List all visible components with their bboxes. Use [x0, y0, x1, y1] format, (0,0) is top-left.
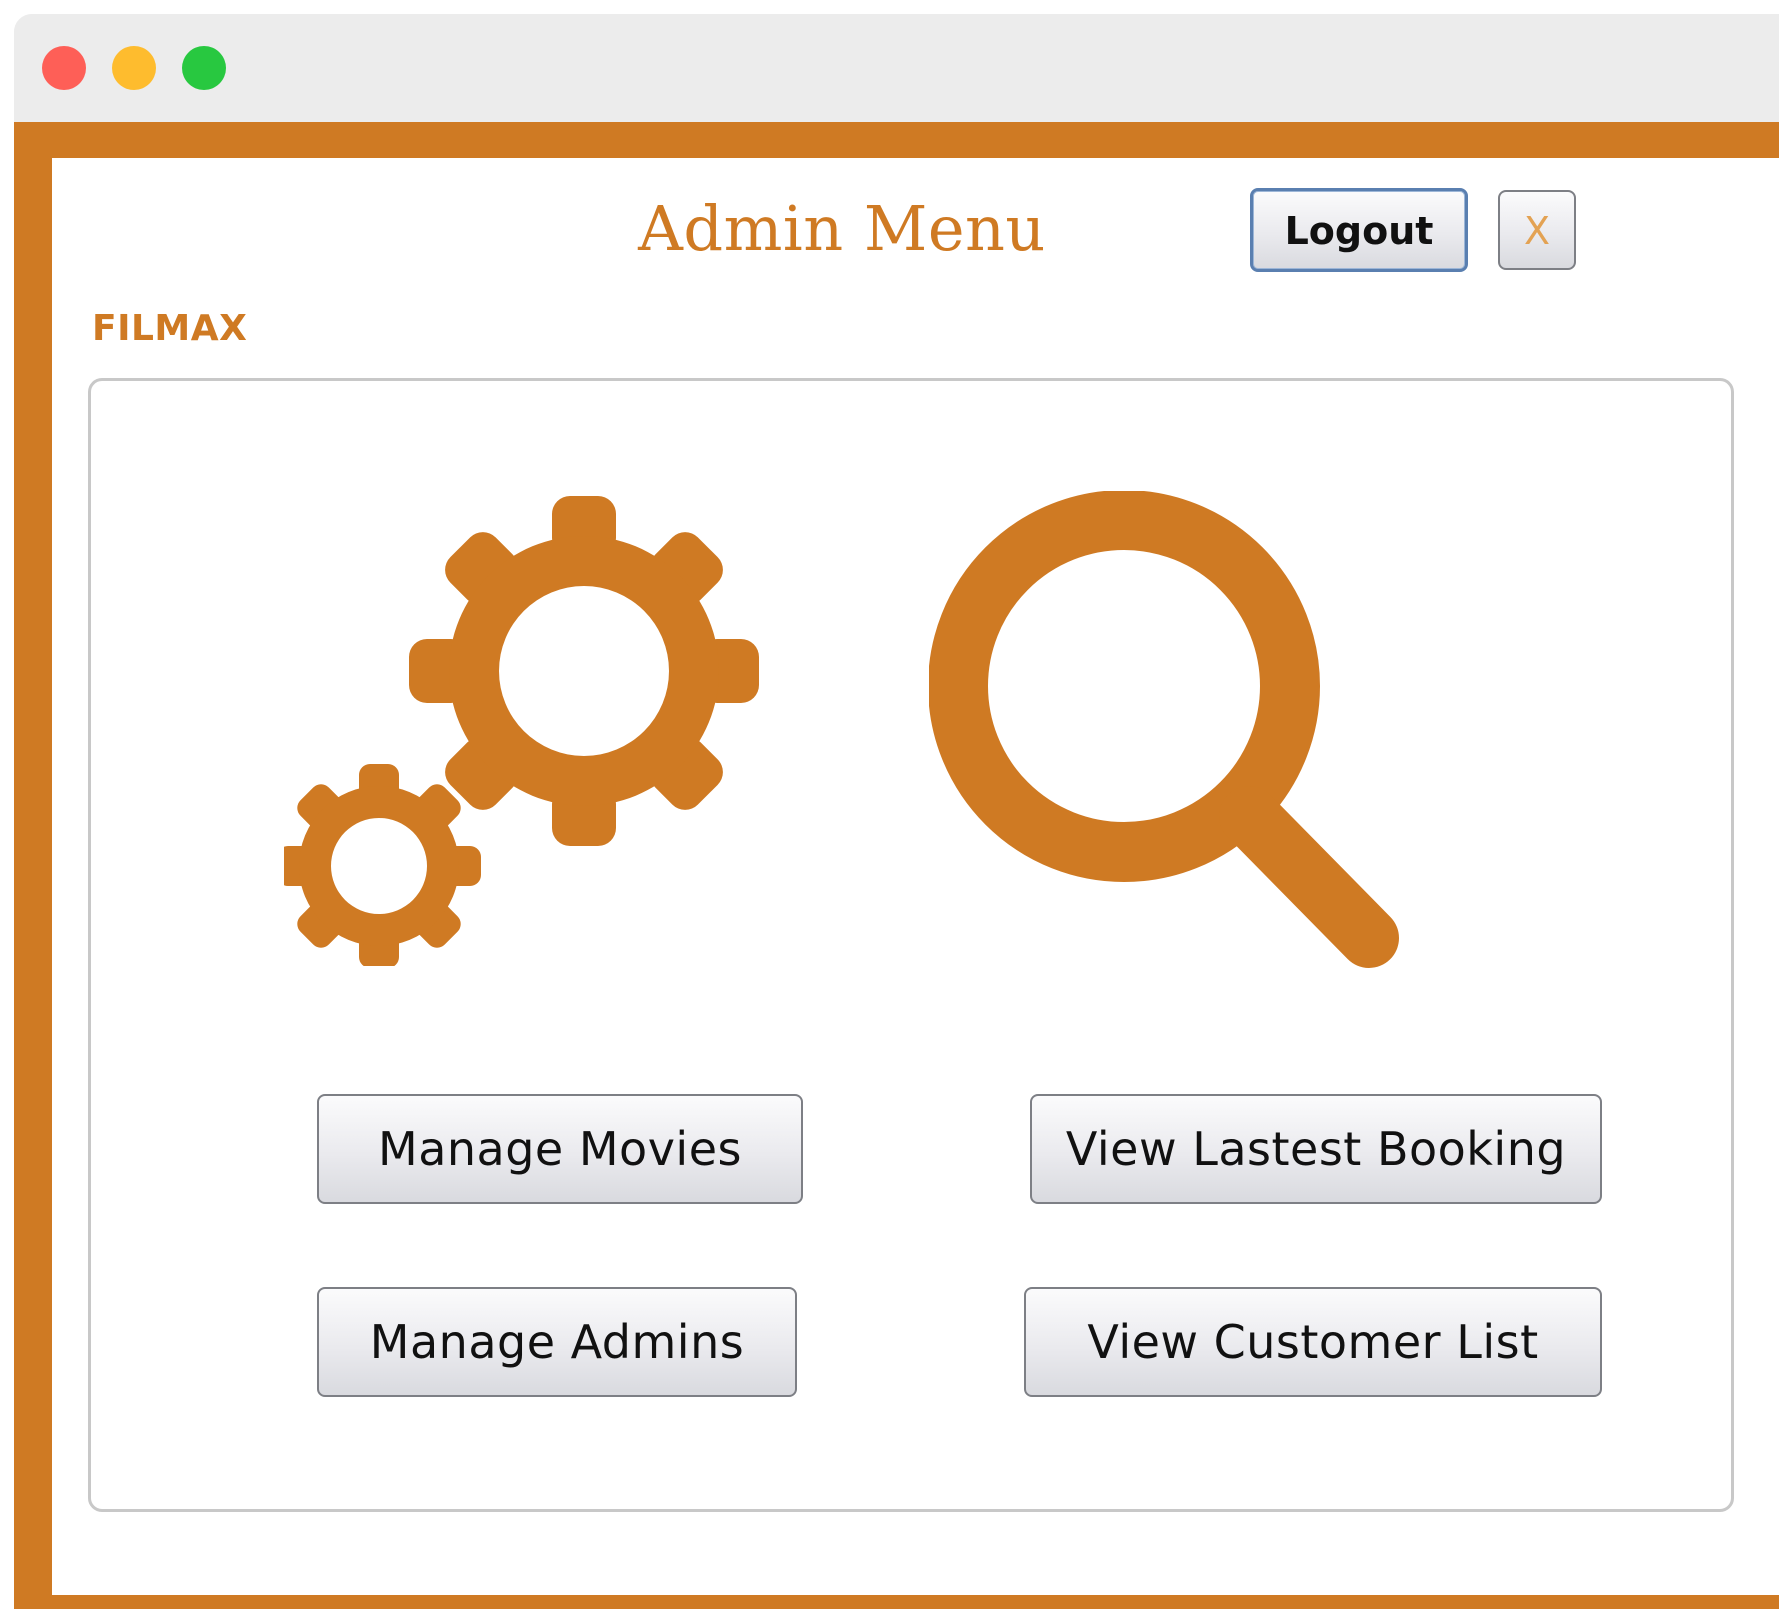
menu-panel: Manage Movies View Lastest Booking Manag… — [88, 378, 1734, 1512]
large-gear-icon — [409, 496, 759, 846]
gears-icon-svg — [277, 496, 759, 968]
magnifier-icon — [928, 490, 1399, 971]
logout-button[interactable]: Logout — [1250, 188, 1468, 272]
window-close-button[interactable] — [42, 46, 86, 90]
manage-admins-button[interactable]: Manage Admins — [317, 1287, 797, 1397]
manage-movies-button[interactable]: Manage Movies — [317, 1094, 803, 1204]
brand-label: FILMAX — [92, 308, 248, 349]
app-window: Admin Menu Logout X FILMAX Manage Movies… — [14, 14, 1779, 1609]
window-minimize-button[interactable] — [112, 46, 156, 90]
small-gear-icon — [277, 764, 481, 968]
magnifier-icon-svg — [928, 490, 1399, 968]
gears-icon — [277, 496, 764, 968]
page-title: Admin Menu — [638, 192, 1046, 265]
window-frame: Admin Menu Logout X FILMAX Manage Movies… — [14, 122, 1779, 1609]
admin-menu-content: Admin Menu Logout X FILMAX Manage Movies… — [52, 158, 1779, 1595]
window-zoom-button[interactable] — [182, 46, 226, 90]
window-titlebar — [14, 14, 1779, 122]
view-latest-booking-button[interactable]: View Lastest Booking — [1030, 1094, 1602, 1204]
close-button[interactable]: X — [1498, 190, 1576, 270]
view-customer-list-button[interactable]: View Customer List — [1024, 1287, 1602, 1397]
